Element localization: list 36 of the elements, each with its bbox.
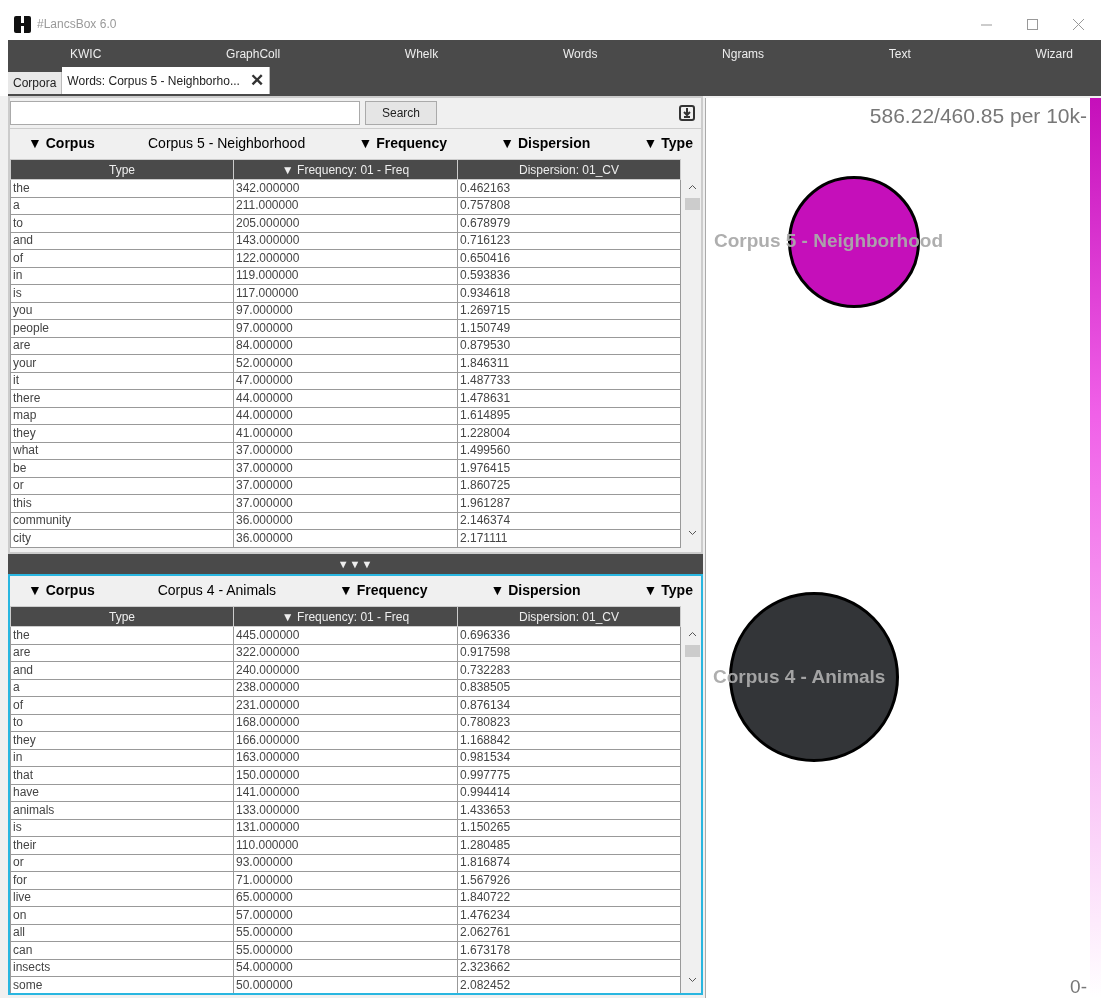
tab[interactable]: Words: Corpus 5 - Neighborho... ✕: [62, 67, 270, 94]
close-tab-icon[interactable]: ✕: [249, 70, 264, 91]
menu-item[interactable]: Wizard: [1035, 46, 1073, 61]
column-header[interactable]: Dispersion: 01_CV: [457, 606, 681, 627]
filter-dropdown[interactable]: ▼ Corpus: [28, 135, 95, 151]
filter-dropdown[interactable]: ▼ Frequency: [338, 582, 428, 598]
corpus-name: Corpus 4 - Animals: [157, 582, 276, 598]
export-icon[interactable]: [679, 105, 695, 121]
search-field[interactable]: [10, 101, 360, 125]
search-button[interactable]: Search: [365, 101, 437, 125]
tab[interactable]: Corpora: [8, 72, 63, 94]
column-header[interactable]: ▼ Frequency: 01 - Freq: [233, 606, 458, 627]
filter-dropdown[interactable]: ▼ Dispersion: [490, 582, 581, 598]
menu-item[interactable]: Whelk: [404, 46, 439, 61]
corpus-name: Corpus 5 - Neighborhood: [148, 135, 306, 151]
menu-item[interactable]: Ngrams: [722, 46, 765, 61]
column-header[interactable]: Type: [10, 159, 234, 180]
filter-dropdown[interactable]: ▼ Corpus: [28, 582, 95, 598]
filter-dropdown[interactable]: ▼ Dispersion: [500, 135, 591, 151]
filter-dropdown[interactable]: ▼ Type: [643, 135, 693, 151]
scale-max-label: 586.22/460.85 per 10k-: [869, 104, 1087, 128]
column-header[interactable]: Dispersion: 01_CV: [457, 159, 681, 180]
scale-min-label: 0-: [1070, 976, 1087, 998]
splitter-handle[interactable]: ▼▼▼: [337, 558, 374, 570]
menu-item[interactable]: KWIC: [70, 46, 102, 61]
menu-item[interactable]: GraphColl: [226, 46, 281, 61]
menu-item[interactable]: Text: [888, 46, 911, 61]
filter-dropdown[interactable]: ▼ Frequency: [358, 135, 447, 151]
column-header[interactable]: Type: [10, 606, 234, 627]
menu-item[interactable]: Words: [562, 46, 598, 61]
close-icon[interactable]: [1072, 18, 1084, 30]
filter-dropdown[interactable]: ▼ Type: [643, 582, 693, 598]
maximize-icon[interactable]: [1026, 18, 1038, 30]
column-header[interactable]: ▼ Frequency: 01 - Freq: [233, 159, 458, 180]
window-title: #LancsBox 6.0: [37, 17, 118, 31]
app-logo-icon: [14, 15, 31, 33]
